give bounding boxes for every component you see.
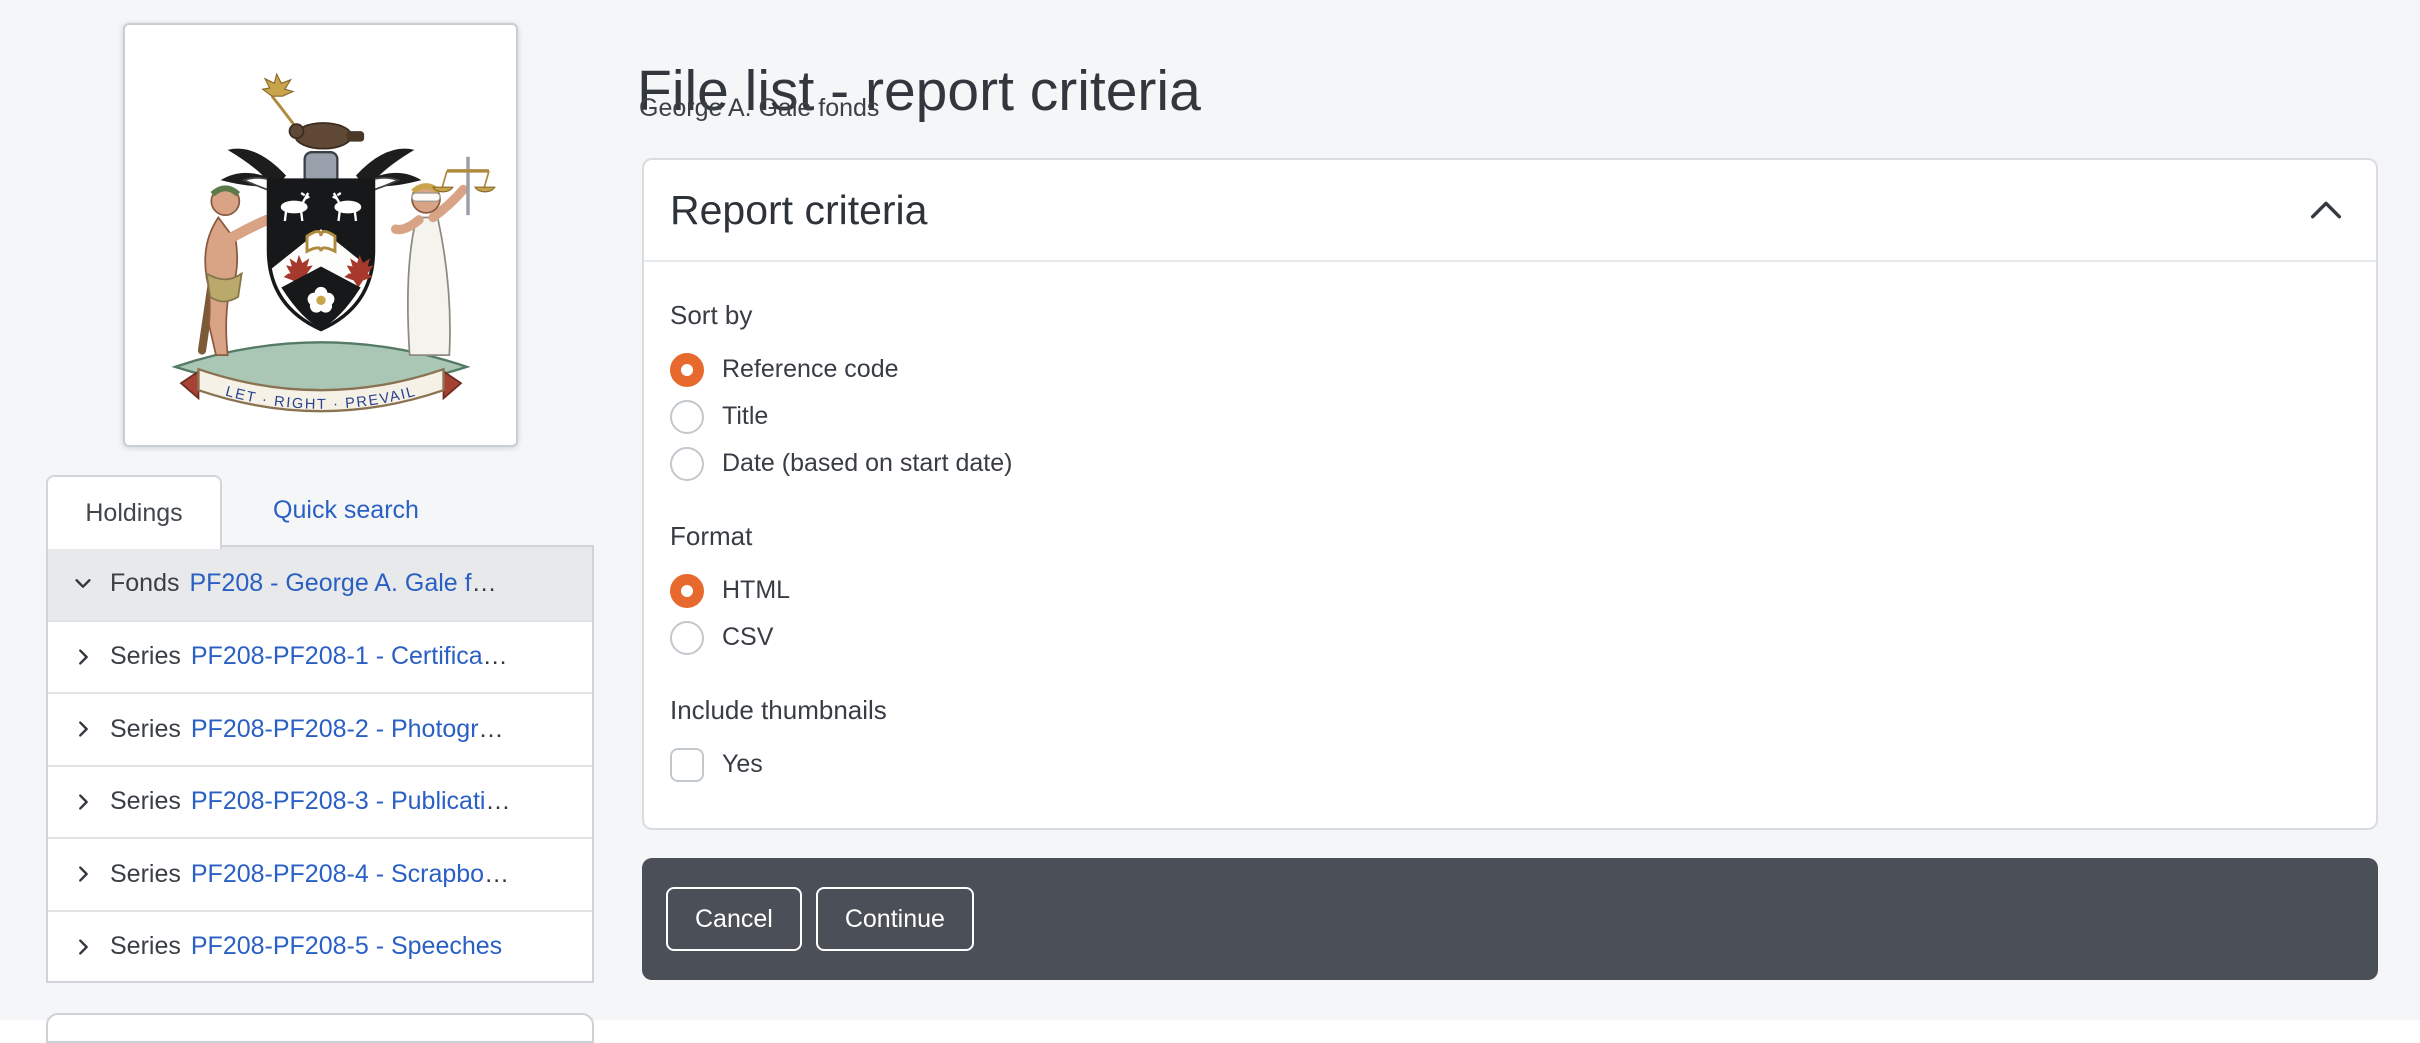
radio-reference-code[interactable]: [670, 353, 704, 387]
truncation-ellipsis: …: [479, 715, 504, 744]
sidebar-tabs: HoldingsQuick search: [46, 475, 594, 547]
chevron-right-icon[interactable]: [72, 791, 106, 813]
section-label-format: Format: [670, 519, 2350, 553]
tree-item-link[interactable]: PF208-PF208-4 - Scrapbo: [191, 860, 484, 889]
truncation-ellipsis: …: [483, 642, 508, 671]
page: LET · RIGHT · PREVAIL HoldingsQuick sear…: [0, 0, 2420, 1020]
holdings-treeview: FondsPF208 - George A. Gale f…SeriesPF20…: [46, 545, 594, 983]
option-label-reference-code[interactable]: Reference code: [722, 355, 899, 384]
actions-bar: Cancel Continue: [642, 858, 2378, 980]
truncation-ellipsis: …: [484, 860, 509, 889]
report-criteria-panel: Report criteria Sort by Reference code Tit…: [642, 158, 2378, 830]
chevron-up-icon: [2310, 200, 2342, 220]
chevron-right-icon[interactable]: [72, 646, 106, 668]
tree-row: Series PF208-PF208-2 - Photogr…: [48, 692, 592, 765]
truncation-ellipsis: …: [485, 787, 510, 816]
tree-row: Series PF208-PF208-3 - Publicati…: [48, 765, 592, 838]
truncation-ellipsis: …: [472, 569, 497, 598]
chevron-right-icon[interactable]: [72, 936, 106, 958]
open-book: [307, 232, 335, 252]
tree-item-link[interactable]: PF208-PF208-1 - Certifica: [191, 642, 483, 671]
option-row: Yes: [670, 741, 2350, 788]
option-label-title[interactable]: Title: [722, 402, 768, 431]
tree-row: Series PF208-PF208-4 - Scrapbo…: [48, 837, 592, 910]
tree-level-label: Fonds: [110, 569, 179, 598]
section-label-sort-by: Sort by: [670, 298, 2350, 332]
cancel-button[interactable]: Cancel: [666, 887, 802, 951]
tab-quick-search[interactable]: Quick search: [236, 475, 456, 545]
tree-row: Series PF208-PF208-5 - Speeches: [48, 910, 592, 983]
option-row: Date (based on start date): [670, 440, 2350, 487]
radio-title[interactable]: [670, 400, 704, 434]
radio-date-based-on-start-date[interactable]: [670, 447, 704, 481]
option-row: HTML: [670, 567, 2350, 614]
chevron-down-icon[interactable]: [72, 572, 106, 594]
panel-header: Report criteria: [644, 160, 2376, 262]
panel-body: Sort by Reference code Title Date (based on…: [644, 262, 2376, 824]
tree-row: Series PF208-PF208-1 - Certifica…: [48, 620, 592, 693]
option-label-date-based-on-start-date[interactable]: Date (based on start date): [722, 449, 1012, 478]
coat-of-arms-graphic: LET · RIGHT · PREVAIL: [146, 41, 496, 429]
option-label-html[interactable]: HTML: [722, 576, 790, 605]
checkbox-yes[interactable]: [670, 748, 704, 782]
tree-level-label: Series: [110, 715, 181, 744]
tree-item-link[interactable]: PF208-PF208-5 - Speeches: [191, 932, 502, 961]
option-row: Reference code: [670, 346, 2350, 393]
continue-button[interactable]: Continue: [816, 887, 974, 951]
tree-row: Fonds PF208 - George A. Gale f…: [48, 547, 592, 620]
sidebar: LET · RIGHT · PREVAIL HoldingsQuick sear…: [46, 0, 594, 1020]
option-label-yes[interactable]: Yes: [722, 750, 763, 779]
tree-level-label: Series: [110, 787, 181, 816]
radio-csv[interactable]: [670, 621, 704, 655]
option-label-csv[interactable]: CSV: [722, 623, 773, 652]
section-label-include-thumbnails: Include thumbnails: [670, 693, 2350, 727]
radio-html[interactable]: [670, 574, 704, 608]
tree-level-label: Series: [110, 860, 181, 889]
tab-holdings[interactable]: Holdings: [46, 475, 222, 549]
page-subtitle: George A. Gale fonds: [639, 94, 879, 123]
tree-item-link[interactable]: PF208-PF208-2 - Photogr: [191, 715, 479, 744]
option-row: CSV: [670, 614, 2350, 661]
tree-level-label: Series: [110, 932, 181, 961]
option-row: Title: [670, 393, 2350, 440]
tree-item-link[interactable]: PF208-PF208-3 - Publicati: [191, 787, 486, 816]
chevron-right-icon[interactable]: [72, 718, 106, 740]
tree-item-link[interactable]: PF208 - George A. Gale f: [189, 569, 471, 598]
panel-header-label: Report criteria: [670, 187, 927, 234]
coat-of-arms-image: LET · RIGHT · PREVAIL: [123, 23, 518, 447]
chevron-right-icon[interactable]: [72, 863, 106, 885]
collapse-panel-button[interactable]: [2302, 188, 2350, 232]
sidebar-lower-panel-edge: [46, 1013, 594, 1043]
tree-level-label: Series: [110, 642, 181, 671]
